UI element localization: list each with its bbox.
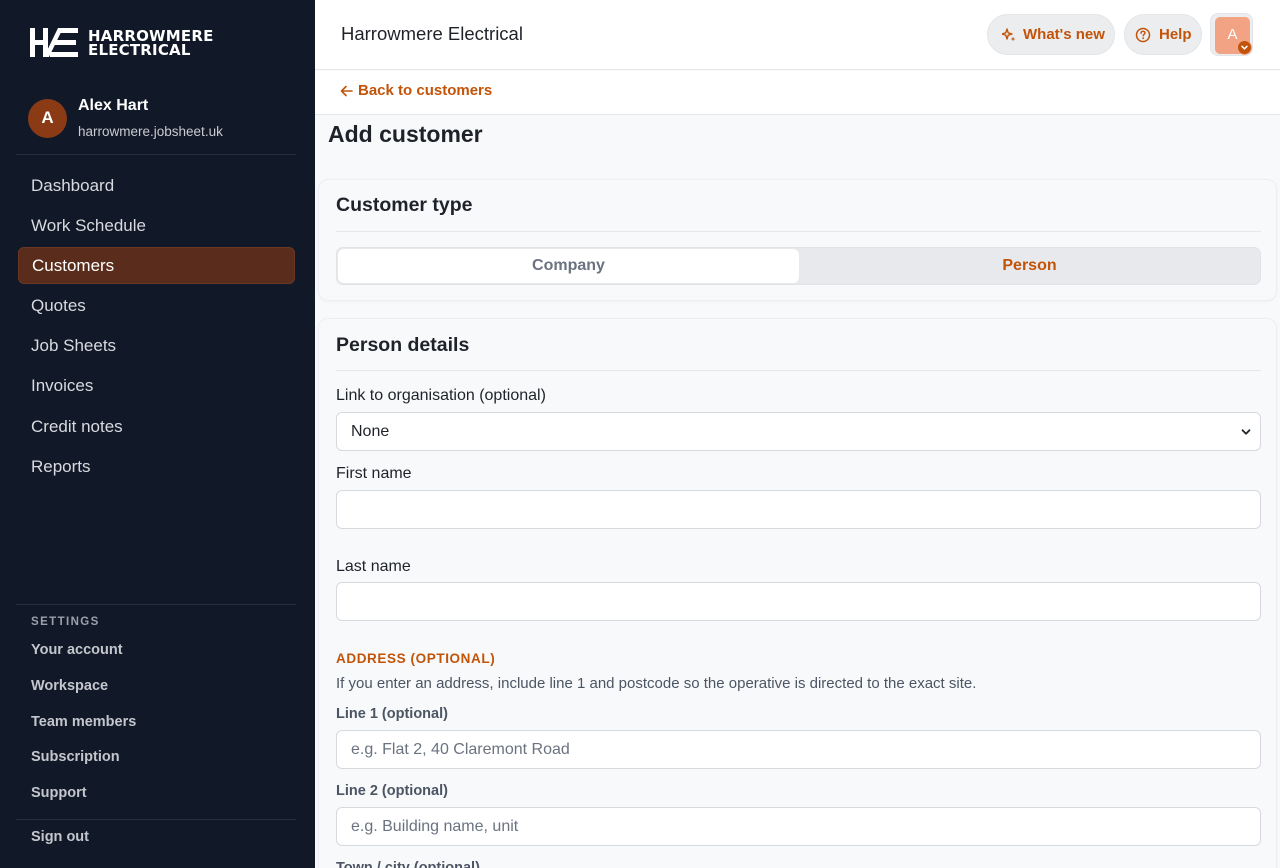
sidebar-item-reports[interactable]: Reports bbox=[18, 448, 295, 485]
sidebar-item-work-schedule[interactable]: Work Schedule bbox=[18, 207, 295, 244]
chevron-down-icon bbox=[1241, 429, 1251, 435]
sidebar-item-credit-notes[interactable]: Credit notes bbox=[18, 408, 295, 445]
sidebar-item-invoices[interactable]: Invoices bbox=[18, 368, 295, 405]
whats-new-label: What's new bbox=[1023, 26, 1105, 43]
person-details-title: Person details bbox=[336, 334, 470, 356]
arrow-left-icon bbox=[340, 85, 353, 96]
user-profile[interactable]: A Alex Hart harrowmere.jobsheet.uk bbox=[28, 97, 223, 139]
app-title: Harrowmere Electrical bbox=[341, 23, 523, 44]
breadcrumb: Back to customers bbox=[315, 71, 1280, 115]
address-line-1-field[interactable]: e.g. Flat 2, 40 Claremont Road bbox=[336, 730, 1261, 769]
customer-type-person[interactable]: Person bbox=[799, 248, 1260, 284]
customer-type-title: Customer type bbox=[336, 194, 473, 216]
sidebar-divider bbox=[16, 154, 296, 155]
settings-item-workspace[interactable]: Workspace bbox=[31, 678, 136, 714]
sidebar-item-job-sheets[interactable]: Job Sheets bbox=[18, 328, 295, 365]
address-heading: ADDRESS (OPTIONAL) bbox=[336, 651, 496, 666]
sidebar-item-quotes[interactable]: Quotes bbox=[18, 288, 295, 325]
line-2-placeholder: e.g. Building name, unit bbox=[351, 817, 519, 835]
sidebar-divider bbox=[16, 819, 296, 820]
settings-item-team-members[interactable]: Team members bbox=[31, 714, 136, 750]
card-divider bbox=[336, 231, 1261, 232]
user-name: Alex Hart bbox=[78, 97, 149, 114]
customer-type-company[interactable]: Company bbox=[338, 249, 799, 283]
address-help-text: If you enter an address, include line 1 … bbox=[336, 675, 977, 692]
settings-heading: SETTINGS bbox=[31, 616, 100, 628]
sign-out-link[interactable]: Sign out bbox=[31, 829, 89, 845]
sidebar-item-customers[interactable]: Customers bbox=[18, 247, 295, 285]
organisation-label: Link to organisation (optional) bbox=[336, 387, 546, 404]
sparkle-icon bbox=[1002, 27, 1016, 41]
customer-type-toggle: Company Person bbox=[336, 247, 1261, 285]
settings-item-support[interactable]: Support bbox=[31, 785, 136, 821]
brand-logo[interactable]: HARROWMERE ELECTRICAL bbox=[30, 27, 214, 58]
sidebar-divider bbox=[16, 604, 296, 605]
main-nav: Dashboard Work Schedule Customers Quotes… bbox=[18, 167, 295, 489]
first-name-label: First name bbox=[336, 465, 412, 482]
line-1-placeholder: e.g. Flat 2, 40 Claremont Road bbox=[351, 740, 570, 758]
whats-new-button[interactable]: What's new bbox=[987, 14, 1115, 55]
page-title: Add customer bbox=[328, 121, 483, 147]
settings-nav: Your account Workspace Team members Subs… bbox=[31, 642, 136, 821]
help-button[interactable]: Help bbox=[1124, 14, 1202, 55]
town-label: Town / city (optional) bbox=[336, 860, 480, 868]
last-name-label: Last name bbox=[336, 558, 411, 575]
person-details-card: Person details Link to organisation (opt… bbox=[318, 318, 1277, 868]
card-divider bbox=[336, 370, 1261, 371]
sidebar-item-dashboard[interactable]: Dashboard bbox=[18, 167, 295, 204]
customer-type-card: Customer type Company Person bbox=[318, 179, 1277, 301]
sidebar: HARROWMERE ELECTRICAL A Alex Hart harrow… bbox=[0, 0, 315, 868]
brand-name: HARROWMERE ELECTRICAL bbox=[88, 28, 214, 59]
top-bar: Harrowmere Electrical What's new Help A bbox=[315, 0, 1280, 70]
address-line-2-field[interactable]: e.g. Building name, unit bbox=[336, 807, 1261, 846]
line-1-label: Line 1 (optional) bbox=[336, 706, 448, 722]
first-name-field[interactable] bbox=[336, 490, 1261, 529]
account-menu-button[interactable]: A bbox=[1210, 13, 1253, 56]
logo-mark-icon bbox=[30, 28, 78, 57]
last-name-field[interactable] bbox=[336, 582, 1261, 621]
help-label: Help bbox=[1159, 26, 1192, 43]
user-domain: harrowmere.jobsheet.uk bbox=[78, 124, 223, 139]
back-to-customers-link[interactable]: Back to customers bbox=[340, 82, 492, 99]
line-2-label: Line 2 (optional) bbox=[336, 783, 448, 799]
organisation-value: None bbox=[351, 422, 390, 440]
question-circle-icon bbox=[1135, 27, 1151, 42]
settings-item-your-account[interactable]: Your account bbox=[31, 642, 136, 678]
chevron-down-icon bbox=[1237, 40, 1252, 55]
brand-line-2: ELECTRICAL bbox=[88, 40, 191, 59]
organisation-select[interactable]: None bbox=[336, 412, 1261, 451]
settings-item-subscription[interactable]: Subscription bbox=[31, 749, 136, 785]
back-link-label: Back to customers bbox=[358, 82, 493, 99]
avatar: A bbox=[28, 98, 67, 138]
